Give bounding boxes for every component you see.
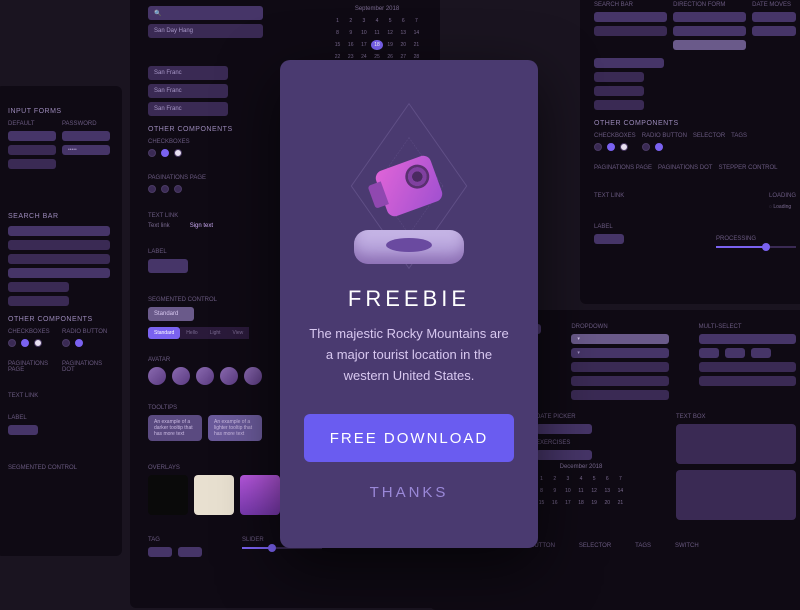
section-title: INPUT FORMS — [8, 108, 110, 115]
bg-panel-tr: SEARCH BAR DIRECTION FORM DATE MOVES OTH… — [580, 0, 800, 304]
avatar — [196, 367, 214, 385]
avatar — [220, 367, 238, 385]
avatar — [244, 367, 262, 385]
modal-description: The majestic Rocky Mountains are a major… — [304, 324, 514, 386]
hologram-illustration — [329, 90, 489, 270]
avatar — [172, 367, 190, 385]
modal-title: FREEBIE — [348, 286, 470, 312]
avatar — [148, 367, 166, 385]
freebie-modal: FREEBIE The majestic Rocky Mountains are… — [280, 60, 538, 548]
thanks-link[interactable]: THANKS — [370, 484, 449, 501]
free-download-button[interactable]: FREE DOWNLOAD — [304, 414, 514, 462]
bg-panel-left: INPUT FORMS DEFAULT PASSWORD ••••• SEARC… — [0, 86, 122, 556]
calendar: September 2018 1234567 891011121314 1516… — [332, 6, 422, 62]
progress — [716, 246, 796, 248]
